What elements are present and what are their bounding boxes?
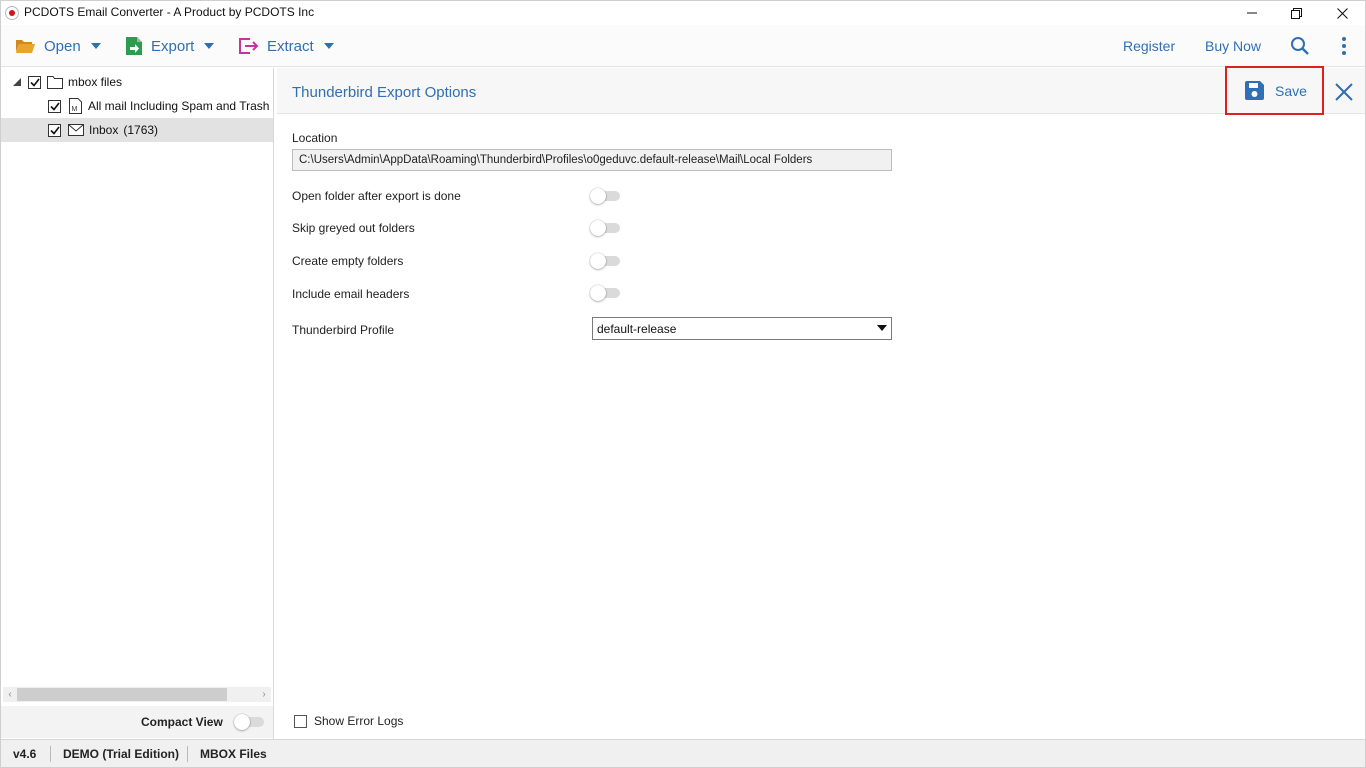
tree-item-inbox[interactable]: Inbox (1763) (1, 118, 273, 142)
checkmark-icon (49, 102, 60, 111)
location-label: Location (292, 131, 338, 145)
show-error-logs-checkbox[interactable] (294, 714, 307, 728)
app-window: PCDOTS Email Converter - A Product by PC… (0, 0, 1366, 768)
thunderbird-profile-label: Thunderbird Profile (292, 323, 395, 337)
tree-item-all-mail[interactable]: M All mail Including Spam and Trash (1, 94, 273, 118)
restore-icon (1290, 7, 1302, 19)
status-bar: v4.6 DEMO (Trial Edition) MBOX Files (1, 739, 1365, 767)
close-options-button[interactable] (1332, 80, 1356, 104)
save-button[interactable]: Save (1225, 66, 1324, 115)
show-error-logs-control[interactable]: Show Error Logs (294, 714, 403, 728)
window-title: PCDOTS Email Converter - A Product by PC… (24, 5, 315, 19)
toolbar: Open Export Extract Register Buy Now (1, 25, 1365, 67)
profile-selected-value: default-release (597, 322, 677, 336)
minimize-icon (1247, 12, 1257, 14)
extract-icon (239, 38, 259, 54)
create-empty-folders-label: Create empty folders (292, 254, 404, 268)
export-label: Export (151, 37, 195, 55)
restore-button[interactable] (1273, 1, 1319, 25)
skip-greyed-folders-toggle[interactable] (590, 220, 622, 236)
status-separator (187, 746, 188, 762)
create-empty-folders-toggle[interactable] (590, 253, 622, 269)
version-text: v4.6 (13, 747, 37, 761)
open-folder-after-export-label: Open folder after export is done (292, 189, 461, 203)
options-title: Thunderbird Export Options (292, 84, 477, 101)
export-icon (126, 37, 142, 55)
file-type-text: MBOX Files (200, 747, 267, 761)
skip-greyed-folders-label: Skip greyed out folders (292, 221, 415, 235)
buy-now-link[interactable]: Buy Now (1205, 38, 1261, 54)
location-input[interactable]: C:\Users\Admin\AppData\Roaming\Thunderbi… (292, 149, 892, 171)
compact-view-toggle[interactable] (234, 714, 266, 730)
inbox-label: Inbox (89, 123, 119, 137)
search-icon (1291, 37, 1309, 55)
compact-view-label: Compact View (141, 715, 223, 729)
expand-triangle-icon[interactable] (13, 78, 21, 86)
compact-view-row: Compact View (1, 706, 273, 738)
all-mail-label: All mail Including Spam and Trash (88, 99, 270, 113)
status-separator (50, 746, 51, 762)
folder-icon (47, 75, 63, 89)
open-label: Open (44, 37, 81, 55)
app-logo-icon (5, 6, 19, 20)
close-window-button[interactable] (1319, 1, 1365, 25)
save-floppy-icon (1245, 81, 1264, 100)
export-options-pane: Thunderbird Export Options Save Location… (277, 66, 1365, 739)
minimize-button[interactable] (1229, 1, 1275, 25)
extract-label: Extract (267, 37, 314, 55)
include-email-headers-label: Include email headers (292, 287, 410, 301)
chevron-down-icon (90, 43, 101, 49)
mbox-file-icon: M (69, 98, 82, 114)
dropdown-arrow-icon (877, 325, 887, 331)
scroll-left-arrow-icon[interactable]: ‹ (3, 687, 17, 702)
include-email-headers-toggle[interactable] (590, 285, 622, 301)
checkmark-icon (49, 126, 60, 135)
save-label: Save (1275, 82, 1307, 99)
export-button[interactable]: Export (125, 33, 215, 59)
close-icon (1335, 83, 1353, 101)
checkmark-icon (29, 78, 40, 87)
thunderbird-profile-select[interactable]: default-release (592, 317, 892, 340)
tree-root-checkbox[interactable] (28, 75, 41, 89)
tree-root-label: mbox files (68, 75, 123, 89)
edition-text: DEMO (Trial Edition) (63, 747, 179, 761)
more-vertical-icon (1342, 37, 1346, 55)
inbox-count: (1763) (123, 123, 159, 137)
envelope-icon (68, 124, 84, 136)
chevron-down-icon (204, 43, 215, 49)
scroll-right-arrow-icon[interactable]: › (257, 687, 271, 702)
folder-tree-pane: mbox files M All mail Including Spam and… (1, 68, 274, 739)
options-header: Thunderbird Export Options Save (277, 66, 1365, 115)
svg-text:M: M (72, 106, 78, 113)
open-button[interactable]: Open (15, 33, 101, 59)
open-folder-after-export-toggle[interactable] (590, 188, 622, 204)
tree-root-row[interactable]: mbox files (1, 70, 273, 94)
scrollbar-thumb[interactable] (17, 688, 227, 701)
chevron-down-icon (323, 43, 334, 49)
horizontal-scrollbar[interactable]: ‹ › (3, 687, 271, 702)
more-menu-button[interactable] (1337, 36, 1351, 56)
register-link[interactable]: Register (1123, 38, 1175, 54)
extract-button[interactable]: Extract (238, 33, 334, 59)
title-bar: PCDOTS Email Converter - A Product by PC… (1, 1, 1365, 25)
folder-open-icon (16, 40, 35, 53)
inbox-checkbox[interactable] (48, 123, 61, 137)
all-mail-checkbox[interactable] (48, 99, 61, 113)
search-button[interactable] (1290, 36, 1310, 56)
close-icon (1336, 7, 1348, 19)
show-error-logs-label: Show Error Logs (314, 714, 404, 728)
